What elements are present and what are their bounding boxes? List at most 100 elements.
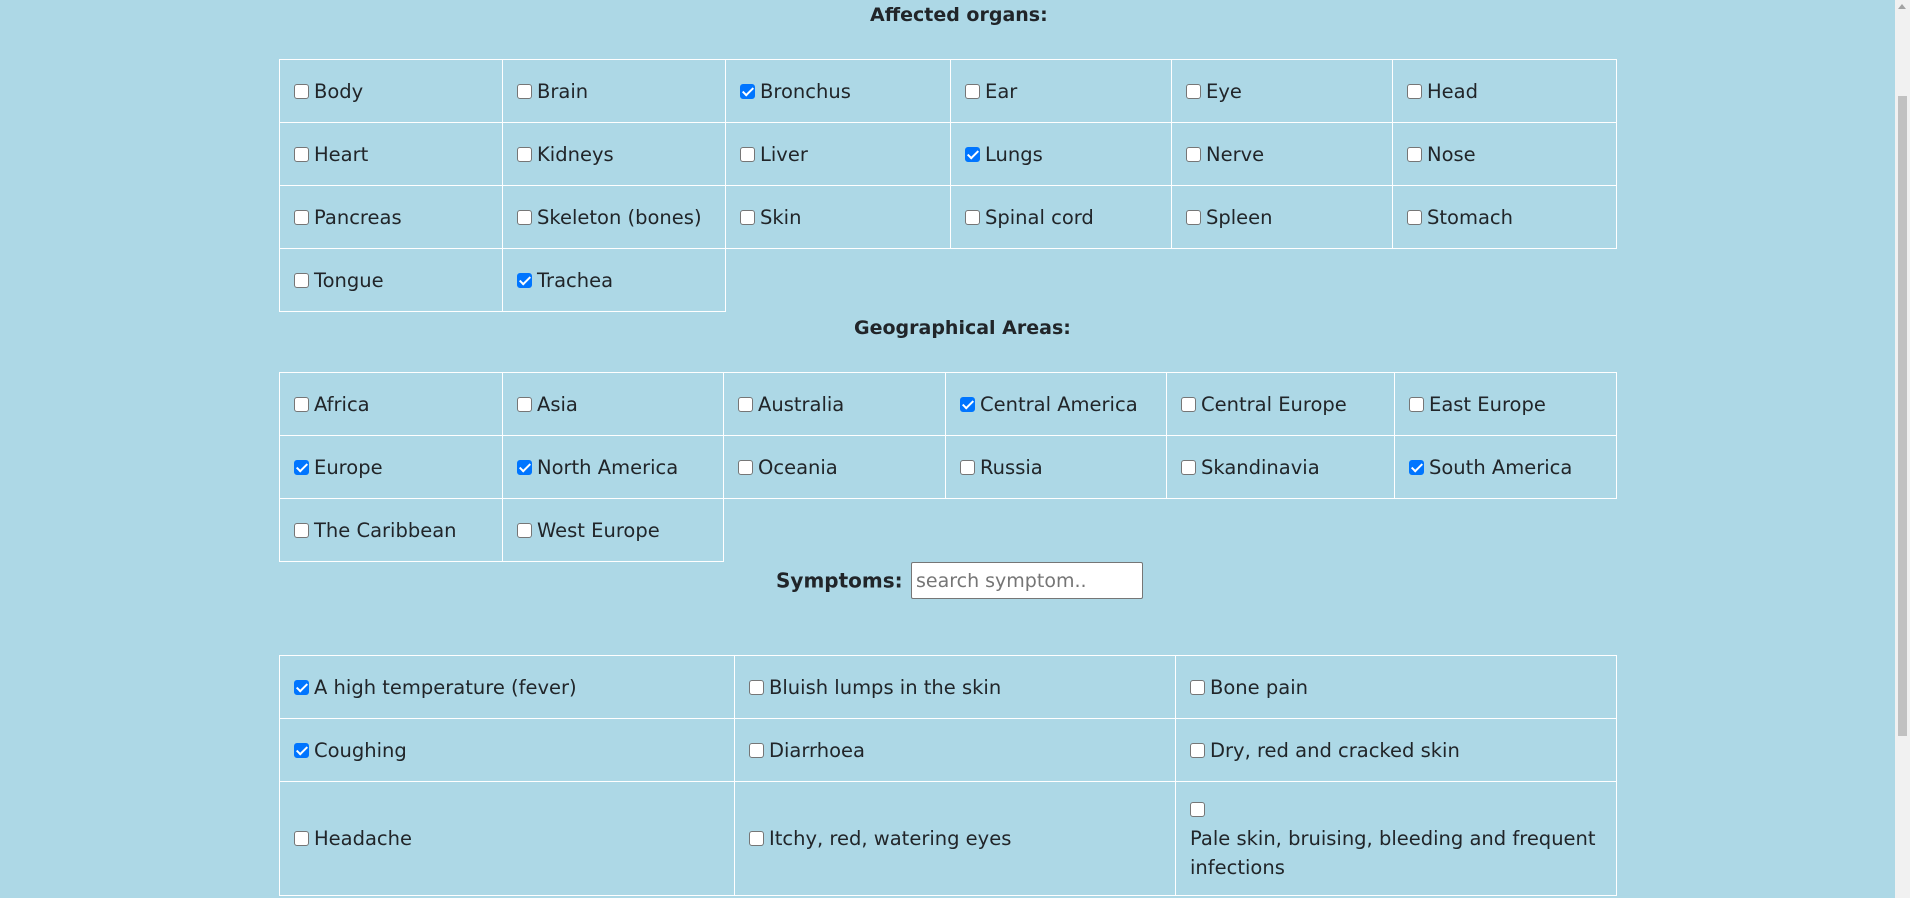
organ-option-brain[interactable]: Brain: [502, 59, 726, 123]
symptom-search-input[interactable]: [911, 562, 1143, 599]
organ-checkbox-body[interactable]: [294, 83, 309, 99]
organ-checkbox-bronchus[interactable]: [740, 83, 755, 99]
area-option-oceania[interactable]: Oceania: [723, 435, 946, 499]
area-label: Africa: [314, 392, 370, 416]
scroll-up-arrow-icon[interactable]: [1898, 4, 1906, 9]
organ-option-liver[interactable]: Liver: [725, 122, 951, 186]
area-checkbox-east-europe[interactable]: [1409, 396, 1424, 412]
symptom-checkbox-a-high-temperature-fever[interactable]: [294, 679, 309, 695]
symptom-checkbox-coughing[interactable]: [294, 742, 309, 758]
area-option-north-america[interactable]: North America: [502, 435, 724, 499]
area-checkbox-asia[interactable]: [517, 396, 532, 412]
area-checkbox-north-america[interactable]: [517, 459, 532, 475]
area-option-the-caribbean[interactable]: The Caribbean: [279, 498, 503, 562]
area-checkbox-south-america[interactable]: [1409, 459, 1424, 475]
symptom-checkbox-bluish-lumps-in-the-skin[interactable]: [749, 679, 764, 695]
symptom-option-bone-pain[interactable]: Bone pain: [1175, 655, 1617, 719]
organ-checkbox-heart[interactable]: [294, 146, 309, 162]
organ-option-bronchus[interactable]: Bronchus: [725, 59, 951, 123]
organ-option-ear[interactable]: Ear: [950, 59, 1172, 123]
organ-option-pancreas[interactable]: Pancreas: [279, 185, 503, 249]
area-checkbox-west-europe[interactable]: [517, 522, 532, 538]
symptom-checkbox-headache[interactable]: [294, 831, 309, 846]
organ-checkbox-lungs[interactable]: [965, 146, 980, 162]
area-empty-cell: [724, 499, 946, 562]
organ-checkbox-ear[interactable]: [965, 83, 980, 99]
organ-checkbox-spleen[interactable]: [1186, 209, 1201, 225]
symptom-option-dry-red-and-cracked-skin[interactable]: Dry, red and cracked skin: [1175, 718, 1617, 782]
organ-option-trachea[interactable]: Trachea: [502, 248, 726, 312]
symptom-option-diarrhoea[interactable]: Diarrhoea: [734, 718, 1176, 782]
organ-option-body[interactable]: Body: [279, 59, 503, 123]
area-checkbox-oceania[interactable]: [738, 459, 753, 475]
symptom-checkbox-diarrhoea[interactable]: [749, 742, 764, 758]
organ-checkbox-stomach[interactable]: [1407, 209, 1422, 225]
symptom-checkbox-itchy-red-watering-eyes[interactable]: [749, 831, 764, 846]
organ-checkbox-brain[interactable]: [517, 83, 532, 99]
organ-checkbox-trachea[interactable]: [517, 272, 532, 288]
area-row: The Caribbean West Europe: [279, 498, 1617, 562]
organ-checkbox-spinal-cord[interactable]: [965, 209, 980, 225]
organ-checkbox-skin[interactable]: [740, 209, 755, 225]
symptom-option-itchy-red-watering-eyes[interactable]: Itchy, red, watering eyes: [734, 781, 1176, 896]
area-label: Asia: [537, 392, 578, 416]
area-option-west-europe[interactable]: West Europe: [502, 498, 724, 562]
symptom-option-headache[interactable]: Headache: [279, 781, 735, 896]
organ-label: Liver: [760, 142, 808, 166]
area-option-russia[interactable]: Russia: [945, 435, 1167, 499]
area-option-asia[interactable]: Asia: [502, 372, 724, 436]
organ-option-skin[interactable]: Skin: [725, 185, 951, 249]
area-checkbox-australia[interactable]: [738, 396, 753, 412]
symptom-option-coughing[interactable]: Coughing: [279, 718, 735, 782]
organ-option-head[interactable]: Head: [1392, 59, 1617, 123]
organ-option-stomach[interactable]: Stomach: [1392, 185, 1617, 249]
organ-option-nerve[interactable]: Nerve: [1171, 122, 1393, 186]
organ-option-eye[interactable]: Eye: [1171, 59, 1393, 123]
organ-option-heart[interactable]: Heart: [279, 122, 503, 186]
organ-checkbox-tongue[interactable]: [294, 272, 309, 288]
symptom-checkbox-dry-red-and-cracked-skin[interactable]: [1190, 742, 1205, 758]
area-checkbox-the-caribbean[interactable]: [294, 522, 309, 538]
vertical-scrollbar[interactable]: [1895, 0, 1910, 898]
area-option-east-europe[interactable]: East Europe: [1394, 372, 1617, 436]
organ-checkbox-nose[interactable]: [1407, 146, 1422, 162]
area-option-central-america[interactable]: Central America: [945, 372, 1167, 436]
organ-checkbox-head[interactable]: [1407, 83, 1422, 99]
organ-option-spinal-cord[interactable]: Spinal cord: [950, 185, 1172, 249]
area-option-australia[interactable]: Australia: [723, 372, 946, 436]
area-label: Central America: [980, 392, 1138, 416]
organ-option-spleen[interactable]: Spleen: [1171, 185, 1393, 249]
organ-option-tongue[interactable]: Tongue: [279, 248, 503, 312]
symptom-option-bluish-lumps-in-the-skin[interactable]: Bluish lumps in the skin: [734, 655, 1176, 719]
organ-option-skeleton-bones[interactable]: Skeleton (bones): [502, 185, 726, 249]
area-checkbox-central-america[interactable]: [960, 396, 975, 412]
organ-label: Trachea: [537, 268, 614, 292]
area-option-south-america[interactable]: South America: [1394, 435, 1617, 499]
organ-option-lungs[interactable]: Lungs: [950, 122, 1172, 186]
symptom-option-pale-skin-bruising-bleeding-and-frequent-infections[interactable]: Pale skin, bruising, bleeding and freque…: [1175, 781, 1617, 896]
area-option-africa[interactable]: Africa: [279, 372, 503, 436]
area-checkbox-russia[interactable]: [960, 459, 975, 475]
organ-checkbox-liver[interactable]: [740, 146, 755, 162]
organ-option-kidneys[interactable]: Kidneys: [502, 122, 726, 186]
organ-option-nose[interactable]: Nose: [1392, 122, 1617, 186]
organ-checkbox-pancreas[interactable]: [294, 209, 309, 225]
organ-checkbox-kidneys[interactable]: [517, 146, 532, 162]
organ-empty-cell: [951, 249, 1172, 312]
symptom-checkbox-pale-skin-bruising-bleeding-and-frequent-infections[interactable]: [1190, 802, 1205, 817]
symptom-checkbox-bone-pain[interactable]: [1190, 679, 1205, 695]
area-checkbox-africa[interactable]: [294, 396, 309, 412]
area-checkbox-skandinavia[interactable]: [1181, 459, 1196, 475]
organ-empty-cell: [1172, 249, 1393, 312]
organ-checkbox-skeleton-bones[interactable]: [517, 209, 532, 225]
organ-checkbox-nerve[interactable]: [1186, 146, 1201, 162]
area-option-europe[interactable]: Europe: [279, 435, 503, 499]
area-checkbox-central-europe[interactable]: [1181, 396, 1196, 412]
scrollbar-thumb[interactable]: [1898, 96, 1907, 736]
area-option-central-europe[interactable]: Central Europe: [1166, 372, 1395, 436]
symptom-label: A high temperature (fever): [314, 675, 577, 699]
area-option-skandinavia[interactable]: Skandinavia: [1166, 435, 1395, 499]
organ-checkbox-eye[interactable]: [1186, 83, 1201, 99]
area-checkbox-europe[interactable]: [294, 459, 309, 475]
symptom-option-a-high-temperature-fever[interactable]: A high temperature (fever): [279, 655, 735, 719]
